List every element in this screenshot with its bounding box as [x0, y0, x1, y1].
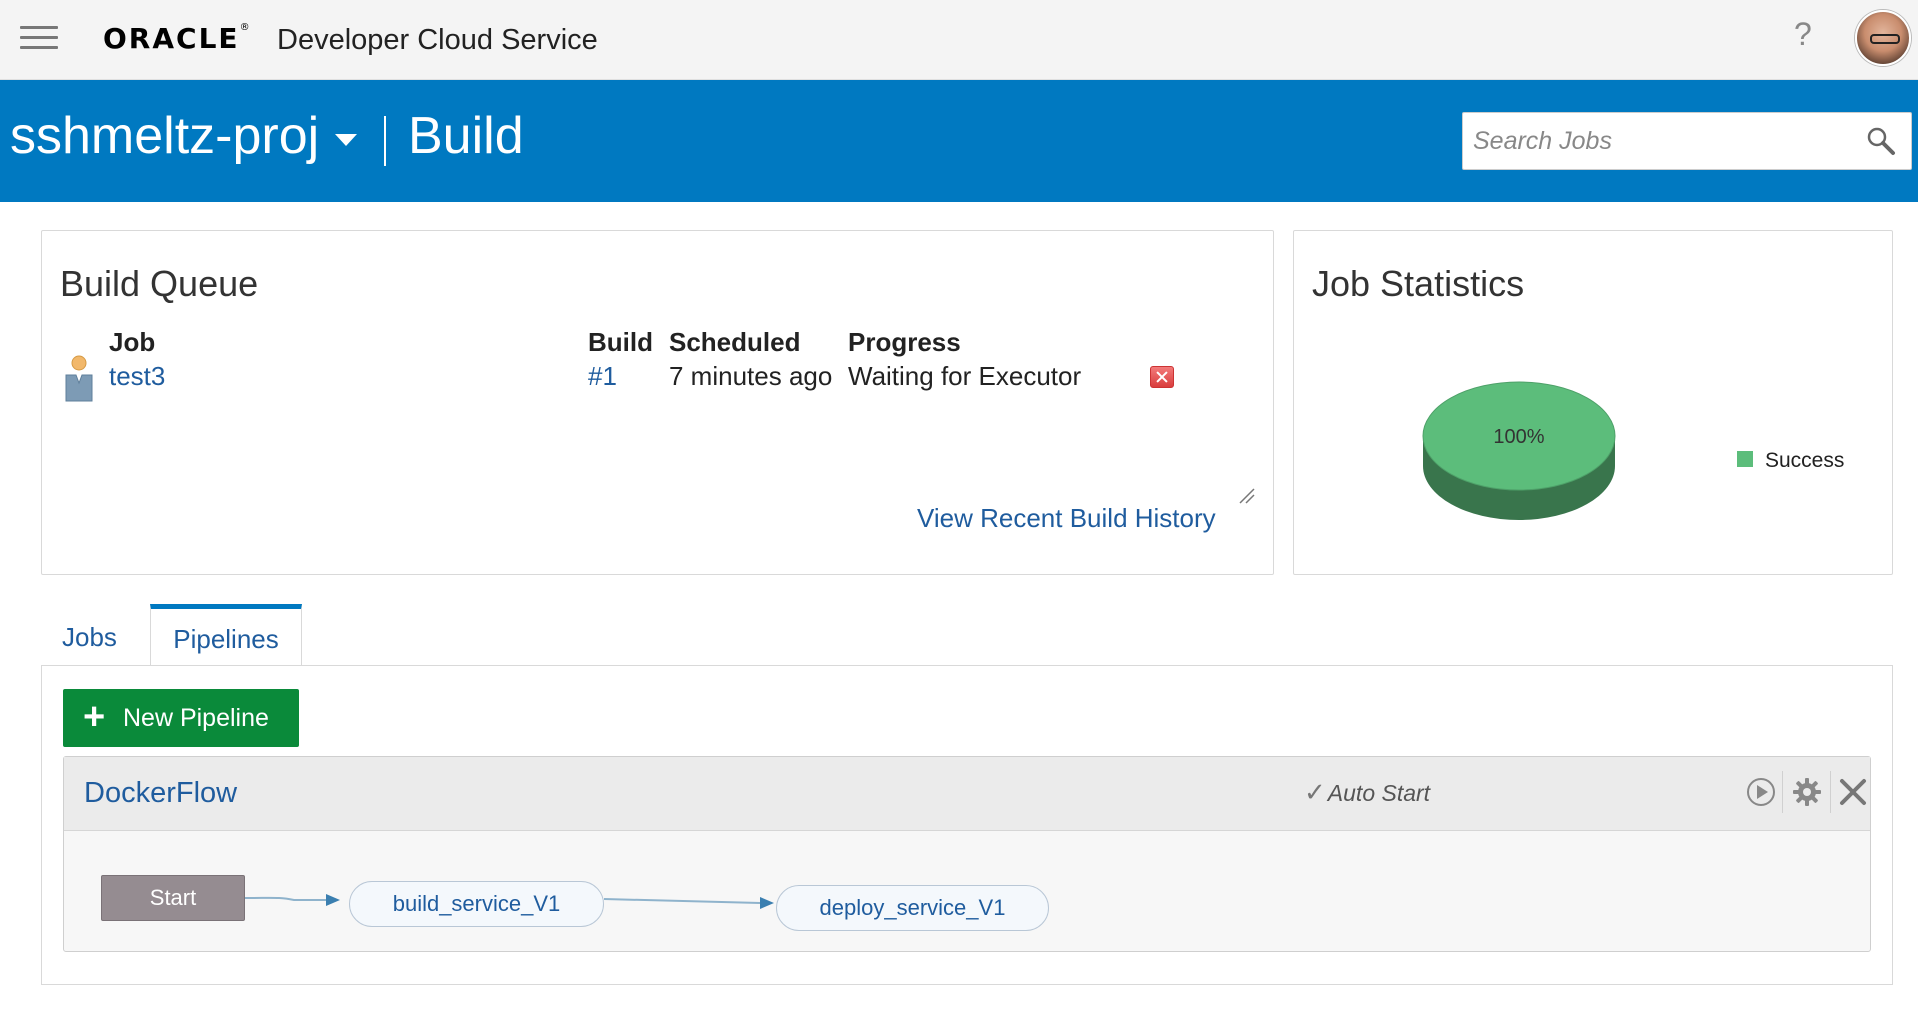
- cancel-build-icon[interactable]: [1150, 366, 1174, 388]
- help-icon[interactable]: ?: [1794, 16, 1812, 53]
- pie-label-success: 100%: [1493, 426, 1544, 448]
- plus-icon: +: [83, 696, 106, 738]
- search-icon[interactable]: [1865, 125, 1897, 157]
- gear-icon[interactable]: [1790, 775, 1824, 809]
- queue-progress: Waiting for Executor: [848, 361, 1082, 391]
- queue-job-link[interactable]: test3: [109, 361, 165, 392]
- build-queue-panel: Build Queue Job Build Scheduled Progress…: [41, 230, 1274, 575]
- checkmark-icon: ✓: [1304, 777, 1326, 807]
- queue-scheduled: 7 minutes ago: [669, 361, 833, 391]
- header-separator: [1782, 771, 1783, 813]
- auto-start-label: Auto Start: [1327, 780, 1431, 806]
- auto-start-indicator: ✓Auto Start: [1304, 777, 1430, 808]
- queue-build-link[interactable]: #1: [588, 361, 617, 392]
- pipeline-card: DockerFlow ✓Auto Start Start build_servi…: [63, 756, 1871, 952]
- top-header: ORACLE® Developer Cloud Service ?: [0, 0, 1918, 80]
- new-pipeline-button[interactable]: + New Pipeline: [63, 689, 299, 747]
- hamburger-menu-icon[interactable]: [20, 26, 58, 50]
- legend-label-success: Success: [1765, 449, 1845, 472]
- col-header-progress: Progress: [848, 327, 961, 357]
- pipeline-header: DockerFlow ✓Auto Start: [64, 757, 1870, 831]
- pipelines-panel: + New Pipeline DockerFlow ✓Auto Start St…: [41, 665, 1893, 985]
- job-statistics-panel: Job Statistics 100% Success: [1293, 230, 1893, 575]
- new-pipeline-label: New Pipeline: [123, 704, 269, 732]
- view-build-history-link[interactable]: View Recent Build History: [917, 503, 1216, 534]
- legend-swatch-success: [1737, 451, 1753, 468]
- project-separator: [384, 116, 386, 166]
- close-icon[interactable]: [1836, 775, 1870, 809]
- oracle-logo: ORACLE®: [103, 22, 252, 55]
- product-title: Developer Cloud Service: [277, 24, 598, 56]
- tab-pipelines[interactable]: Pipelines: [150, 604, 302, 668]
- pipeline-node-deploy-service[interactable]: deploy_service_V1: [776, 885, 1049, 931]
- job-statistics-title: Job Statistics: [1312, 263, 1525, 304]
- page-title: Build: [408, 107, 524, 165]
- user-job-icon: [65, 355, 93, 402]
- col-header-job: Job: [109, 327, 156, 357]
- col-header-scheduled: Scheduled: [669, 327, 801, 357]
- col-header-build: Build: [588, 327, 653, 357]
- search-box: [1462, 112, 1912, 170]
- user-avatar[interactable]: [1855, 10, 1911, 66]
- project-bar: sshmeltz-proj Build: [0, 80, 1918, 202]
- project-name[interactable]: sshmeltz-proj: [10, 106, 319, 166]
- header-separator: [1830, 771, 1831, 813]
- build-queue-title: Build Queue: [60, 263, 259, 304]
- job-stats-pie-chart: 100%: [1422, 381, 1616, 520]
- pipeline-node-build-service[interactable]: build_service_V1: [349, 881, 604, 927]
- pipeline-name-link[interactable]: DockerFlow: [84, 777, 237, 810]
- pipeline-node-start[interactable]: Start: [101, 875, 245, 921]
- run-pipeline-icon[interactable]: [1744, 775, 1778, 809]
- resize-handle-icon[interactable]: [1238, 487, 1256, 505]
- tab-jobs[interactable]: Jobs: [62, 604, 117, 666]
- search-input[interactable]: [1463, 113, 1853, 169]
- project-dropdown-icon[interactable]: [335, 134, 357, 146]
- chart-legend: Success: [1737, 449, 1844, 473]
